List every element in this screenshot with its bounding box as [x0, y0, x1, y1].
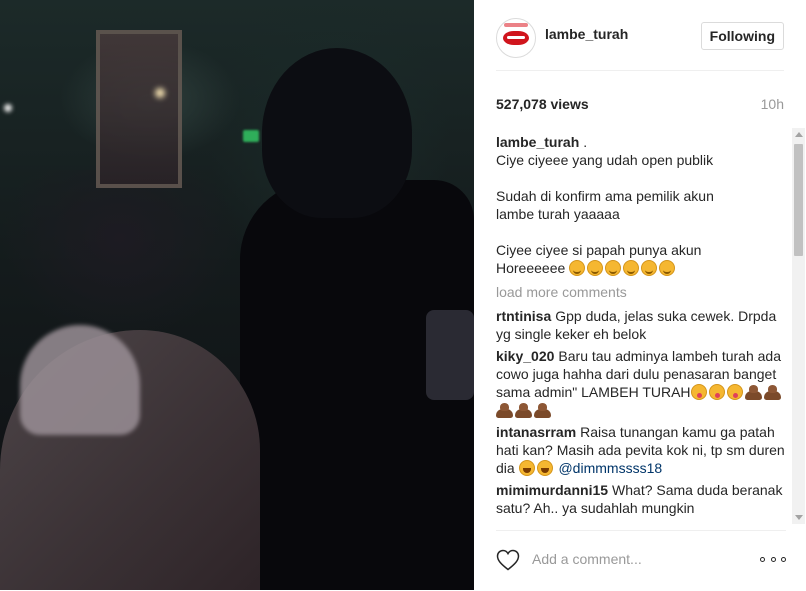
lips-logo-icon [503, 31, 529, 45]
poop-icon [534, 402, 551, 418]
more-options-button[interactable] [760, 551, 786, 567]
comment-username[interactable]: rtntinisa [496, 308, 551, 324]
video-background [262, 48, 412, 218]
tongue-face-icon [708, 384, 725, 400]
comments-scrollbar[interactable] [792, 128, 805, 524]
comment-item: kiky_020 Baru tau adminya lambeh turah ad… [496, 347, 790, 419]
caption-line: Horeeeeee [496, 259, 790, 277]
video-background [4, 104, 12, 112]
load-more-comments-link[interactable]: load more comments [496, 283, 790, 301]
avatar-logo-top [504, 23, 528, 27]
caption-line: Ciye ciyeee yang udah open publik [496, 152, 714, 168]
caption-line: lambe_turah. [496, 134, 588, 150]
caption-line: lambe turah yaaaaa [496, 206, 620, 222]
post-footer [496, 530, 786, 591]
laughing-face-icon [536, 460, 553, 476]
post-stats: 527,078 views 10h [496, 96, 784, 114]
post-username[interactable]: lambe_turah [545, 26, 628, 42]
video-background [96, 30, 182, 188]
post-side-panel: lambe_turah Following 527,078 views 10h … [474, 0, 806, 590]
comment-item: mimimurdanni15 What? Sama duda beranak sa… [496, 481, 790, 517]
mention-link[interactable]: @dimmmssss18 [558, 460, 662, 476]
heart-icon[interactable] [496, 549, 520, 571]
poop-icon [763, 384, 781, 400]
video-background [20, 325, 140, 435]
post-header: lambe_turah Following [496, 14, 784, 71]
comment-username[interactable]: kiky_020 [496, 348, 554, 364]
comments-list[interactable]: lambe_turah. Ciye ciyeee yang udah open … [496, 133, 790, 528]
caption-username[interactable]: lambe_turah [496, 134, 579, 150]
smiling-face-icon [623, 260, 640, 276]
comment-item: rtntinisa Gpp duda, jelas suka cewek. Drp… [496, 307, 790, 343]
following-button[interactable]: Following [700, 22, 784, 50]
more-dot-icon [760, 556, 765, 562]
video-background [155, 88, 165, 98]
poop-icon [515, 402, 532, 418]
tongue-face-icon [726, 384, 743, 400]
smiling-face-icon [569, 260, 586, 276]
more-dot-icon [770, 556, 776, 562]
scrollbar-thumb[interactable] [794, 144, 803, 256]
scroll-down-arrow-icon[interactable] [795, 515, 803, 520]
scroll-up-arrow-icon[interactable] [795, 132, 803, 137]
smiling-face-icon [605, 260, 622, 276]
comment-item: intanasrram Raisa tunangan kamu ga patah … [496, 423, 790, 477]
add-comment-input[interactable] [532, 551, 742, 567]
poop-icon [744, 384, 762, 400]
smiling-face-icon [587, 260, 604, 276]
video-background [426, 310, 474, 400]
tongue-face-icon [690, 384, 707, 400]
comment-username[interactable]: mimimurdanni15 [496, 482, 608, 498]
laughing-face-icon [518, 460, 535, 476]
smiling-face-icon [641, 260, 658, 276]
view-count: 527,078 views [496, 96, 589, 112]
caption-line: Sudah di konfirm ama pemilik akun [496, 188, 714, 204]
comment-username[interactable]: intanasrram [496, 424, 576, 440]
post-timestamp[interactable]: 10h [761, 96, 784, 112]
poop-icon [496, 402, 513, 418]
smiling-face-icon [659, 260, 676, 276]
post-video[interactable] [0, 0, 474, 590]
video-background [243, 130, 259, 142]
more-dot-icon [781, 556, 786, 562]
avatar[interactable] [496, 18, 536, 58]
caption-line [496, 223, 790, 241]
video-background [0, 170, 240, 340]
caption-line: Ciyee ciyee si papah punya akun [496, 242, 702, 258]
caption: lambe_turah. Ciye ciyeee yang udah open … [496, 133, 790, 277]
caption-line [496, 169, 790, 187]
